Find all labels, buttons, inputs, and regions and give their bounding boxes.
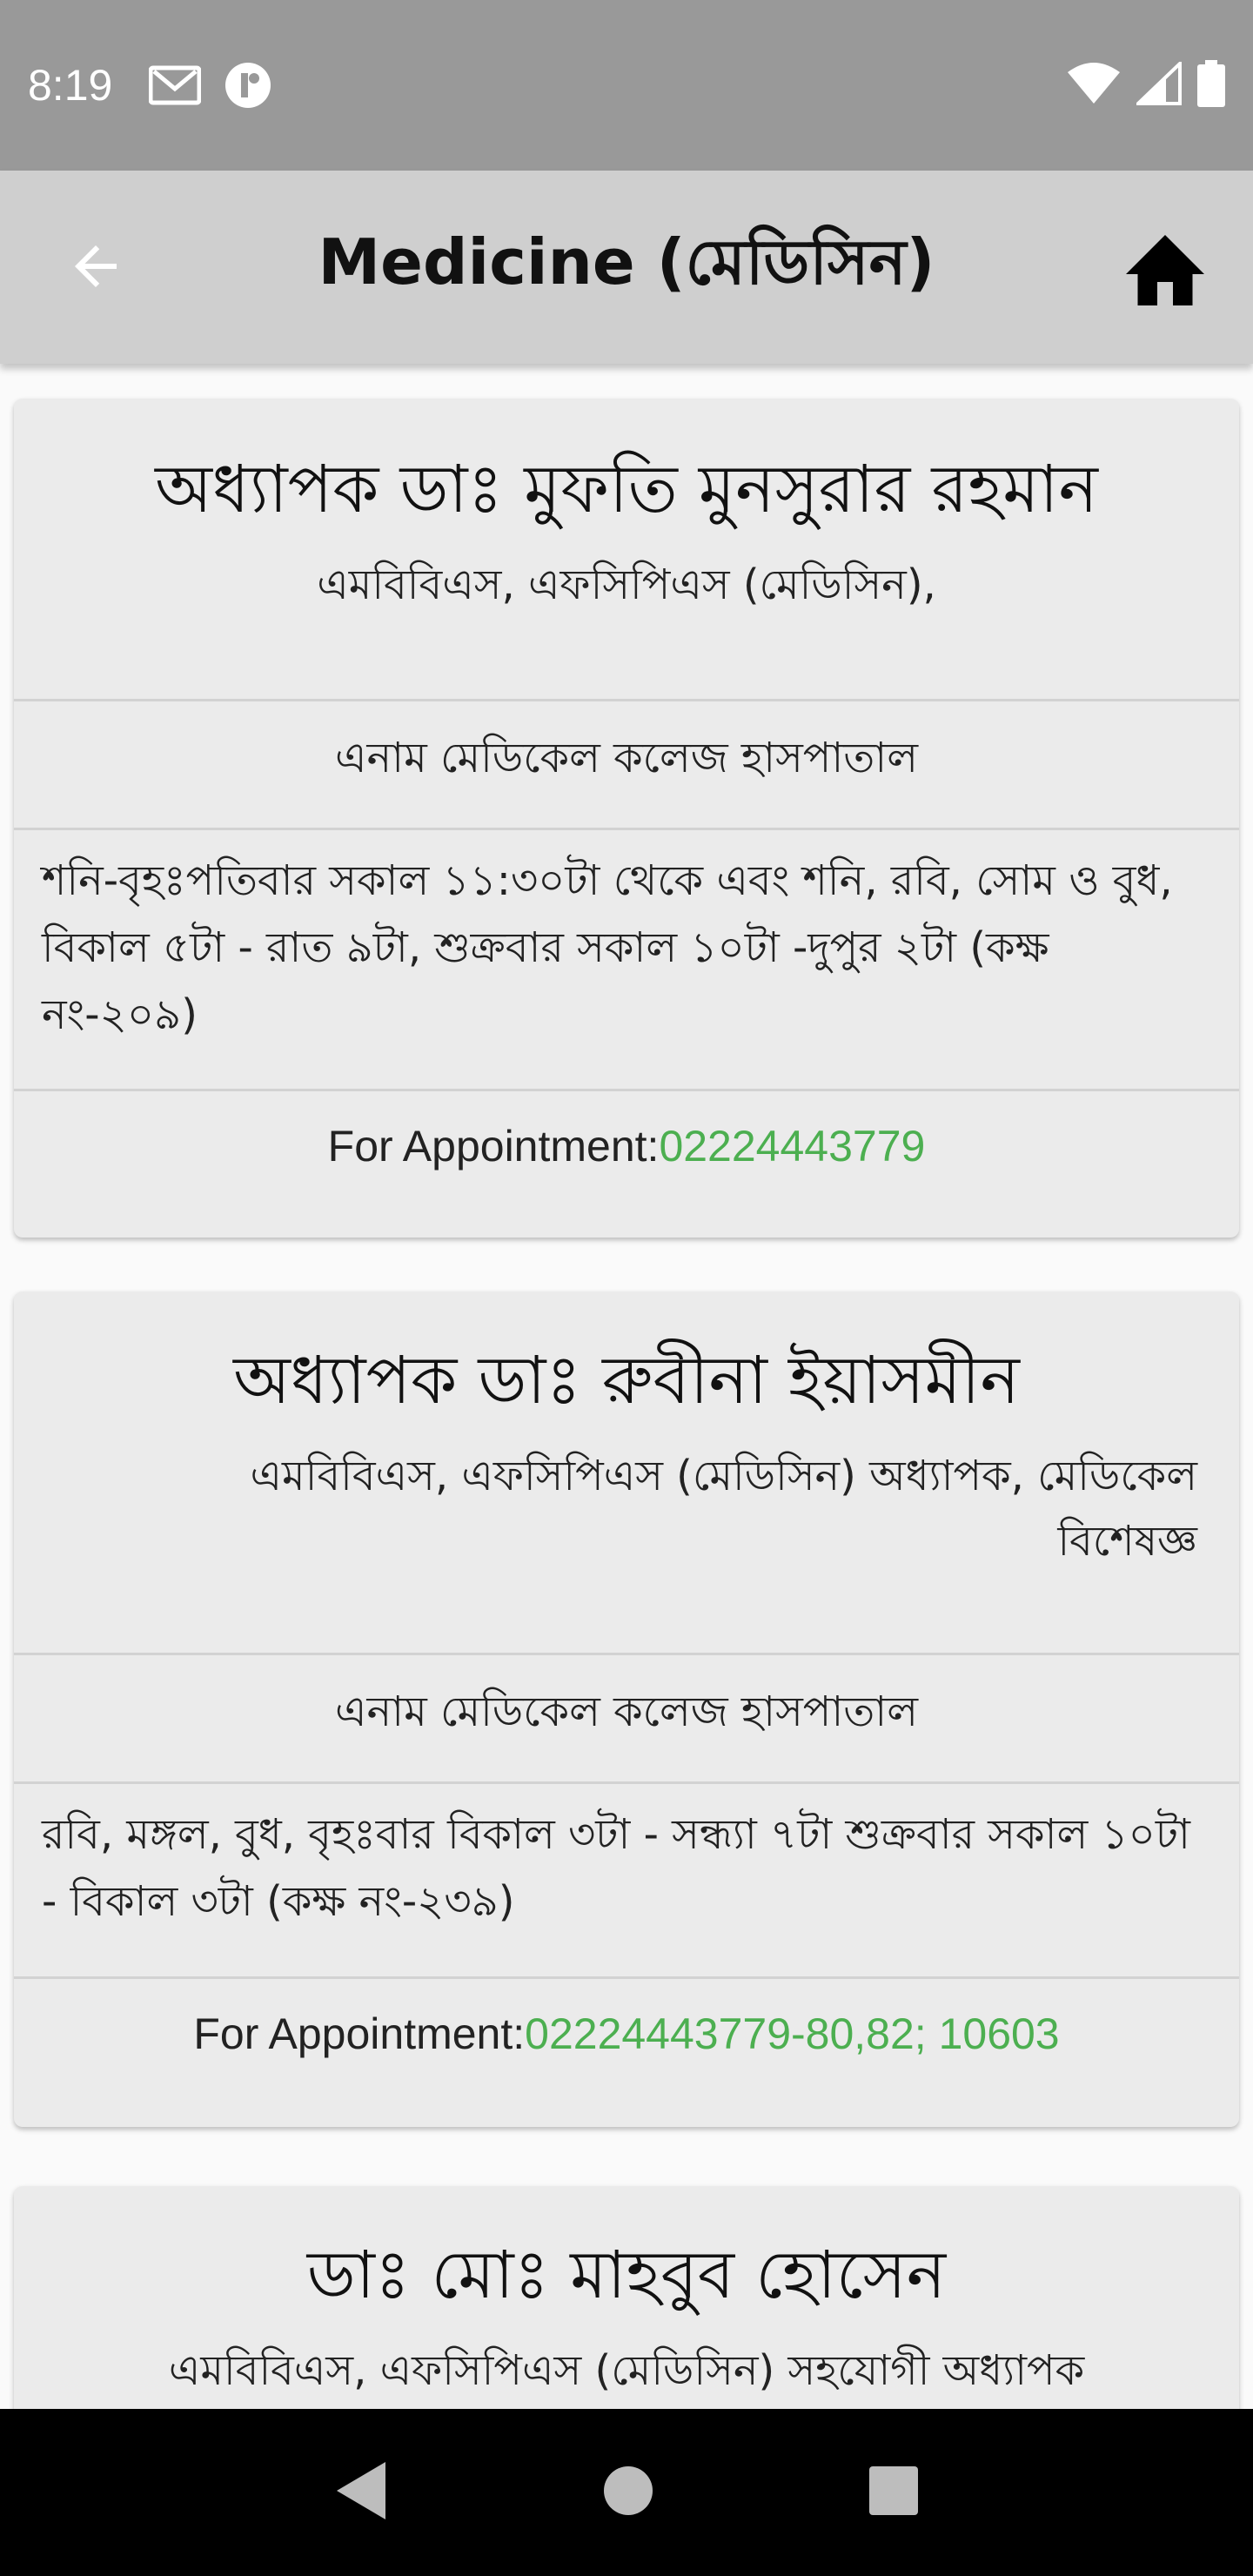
app-bar: Medicine (মেডিসিন) xyxy=(0,171,1253,364)
app-notification-icon xyxy=(224,61,272,110)
doctor-degree: এমবিবিএস, এফসিপিএস (মেডিসিন), xyxy=(317,560,936,610)
hospital-section: এনাম মেডিকেল কলেজ হাসপাতাল xyxy=(14,701,1239,830)
nav-back-icon[interactable] xyxy=(333,2460,389,2525)
phone-link[interactable]: 02224443779-80,82; 10603 xyxy=(525,2009,1059,2058)
wifi-icon xyxy=(1067,62,1121,109)
appointment-label: For Appointment: xyxy=(327,1122,660,1171)
nav-recents-icon[interactable] xyxy=(868,2465,920,2520)
battery-icon xyxy=(1197,60,1225,111)
doctor-name: অধ্যাপক ডাঃ রুবীনা ইয়াসমীন xyxy=(233,1341,1020,1419)
schedule-text: রবি, মঙ্গল, বুধ, বৃহঃবার বিকাল ৩টা - সন্… xyxy=(42,1810,1190,1926)
appointment-line: For Appointment:02224443779 xyxy=(14,1121,1239,1171)
status-bar: 8:19 xyxy=(0,0,1253,171)
schedule-section: রবি, মঙ্গল, বুধ, বৃহঃবার বিকাল ৩টা - সন্… xyxy=(14,1784,1239,1979)
hospital-name: এনাম মেডিকেল কলেজ হাসপাতাল xyxy=(335,734,918,782)
doctor-name: ডাঃ মোঃ মাহবুব হোসেন xyxy=(306,2236,947,2313)
system-nav-bar xyxy=(0,2409,1253,2576)
home-icon xyxy=(1118,223,1212,313)
doctor-degree: এমবিবিএস, এফসিপিএস (মেডিসিন) অধ্যাপক, মে… xyxy=(250,1452,1197,1566)
doctor-header: অধ্যাপক ডাঃ মুফতি মুনসুরার রহমান এমবিবিএ… xyxy=(14,399,1239,701)
appointment-label: For Appointment: xyxy=(193,2009,526,2058)
doctor-card: অধ্যাপক ডাঃ রুবীনা ইয়াসমীন এমবিবিএস, এফ… xyxy=(14,1291,1239,2127)
gmail-icon xyxy=(149,64,202,106)
page-title: Medicine (মেডিসিন) xyxy=(318,225,935,299)
doctor-degree: এমবিবিএস, এফসিপিএস (মেডিসিন) সহযোগী অধ্য… xyxy=(168,2346,1085,2396)
appointment-line: For Appointment:02224443779-80,82; 10603 xyxy=(14,2009,1239,2059)
schedule-text: শনি-বৃহঃপতিবার সকাল ১১:৩০টা থেকে এবং শনি… xyxy=(42,856,1173,1039)
status-right-icons xyxy=(1067,59,1225,111)
home-button[interactable] xyxy=(1117,225,1213,312)
schedule-section: শনি-বৃহঃপতিবার সকাল ১১:৩০টা থেকে এবং শনি… xyxy=(14,830,1239,1091)
hospital-section: এনাম মেডিকেল কলেজ হাসপাতাল xyxy=(14,1655,1239,1784)
appointment-section: For Appointment:02224443779-80,82; 10603 xyxy=(14,1979,1239,2127)
doctor-list[interactable]: অধ্যাপক ডাঃ মুফতি মুনসুরার রহমান এমবিবিএ… xyxy=(0,364,1253,2409)
doctor-name: অধ্যাপক ডাঃ মুফতি মুনসুরার রহমান xyxy=(155,450,1098,527)
nav-home-icon[interactable] xyxy=(602,2465,654,2520)
appointment-section: For Appointment:02224443779 xyxy=(14,1091,1239,1238)
doctor-card: ডাঃ মোঃ মাহবুব হোসেন এমবিবিএস, এফসিপিএস … xyxy=(14,2186,1239,2409)
phone-link[interactable]: 02224443779 xyxy=(659,1122,925,1171)
signal-icon xyxy=(1134,59,1182,109)
doctor-header: অধ্যাপক ডাঃ রুবীনা ইয়াসমীন এমবিবিএস, এফ… xyxy=(14,1291,1239,1655)
doctor-card: অধ্যাপক ডাঃ মুফতি মুনসুরার রহমান এমবিবিএ… xyxy=(14,399,1239,1238)
arrow-back-icon xyxy=(64,235,127,301)
status-time: 8:19 xyxy=(28,61,113,110)
hospital-name: এনাম মেডিকেল কলেজ হাসপাতাল xyxy=(335,1687,918,1736)
doctor-header: ডাঃ মোঃ মাহবুব হোসেন এমবিবিএস, এফসিপিএস … xyxy=(14,2186,1239,2409)
back-button[interactable] xyxy=(61,233,131,303)
